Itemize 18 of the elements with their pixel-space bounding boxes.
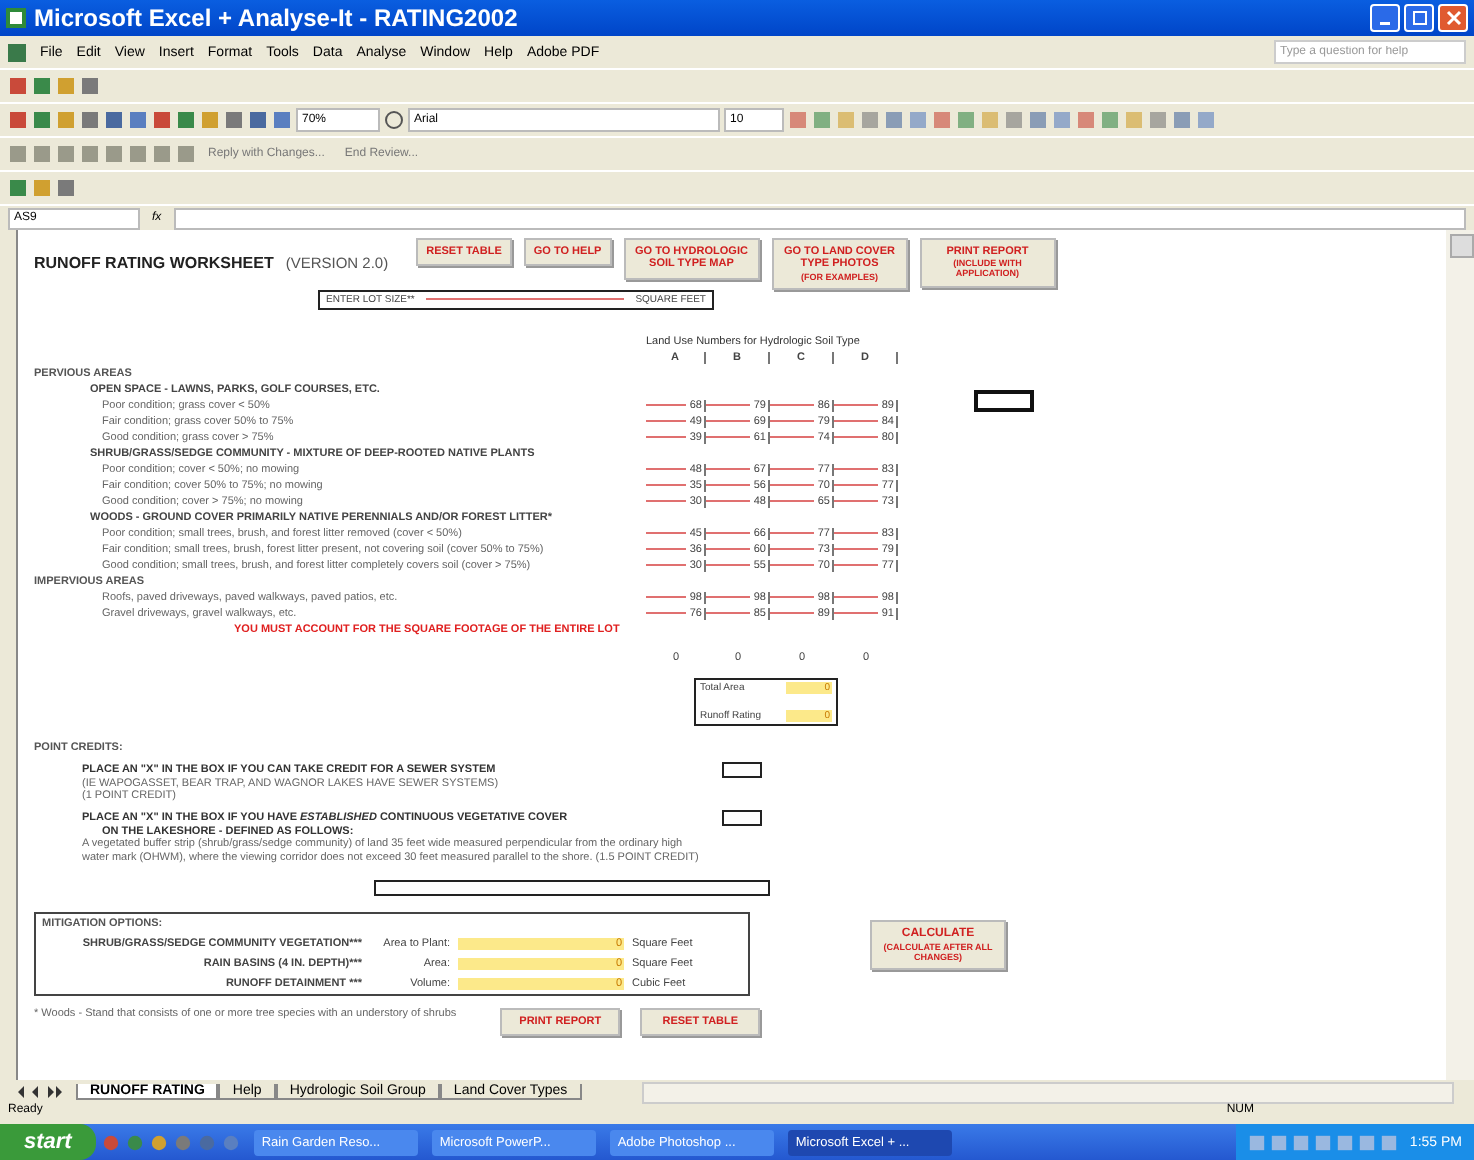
help-icon[interactable] bbox=[384, 110, 404, 130]
cell-cursor bbox=[974, 389, 1034, 412]
tab-scroll-icon[interactable] bbox=[16, 1084, 64, 1100]
maximize-icon bbox=[1411, 10, 1427, 26]
formula-field[interactable] bbox=[173, 207, 1466, 229]
minimize-button[interactable] bbox=[1370, 4, 1400, 32]
credit-input-field[interactable] bbox=[722, 761, 762, 778]
close-icon bbox=[1445, 10, 1461, 26]
vertical-scrollbar[interactable] bbox=[1446, 230, 1474, 1080]
maximize-button[interactable] bbox=[1404, 4, 1434, 32]
window-title: Microsoft Excel + Analyse-It - RATING2002 bbox=[34, 4, 518, 32]
start-button[interactable]: start bbox=[0, 1124, 96, 1160]
horizontal-scrollbar[interactable] bbox=[641, 1081, 1454, 1103]
close-button[interactable] bbox=[1438, 4, 1468, 32]
credit-input-field[interactable] bbox=[722, 809, 762, 826]
sheet-icon bbox=[8, 43, 26, 61]
worksheet-title: RUNOFF RATING WORKSHEET bbox=[34, 254, 274, 272]
excel-icon bbox=[6, 8, 26, 28]
